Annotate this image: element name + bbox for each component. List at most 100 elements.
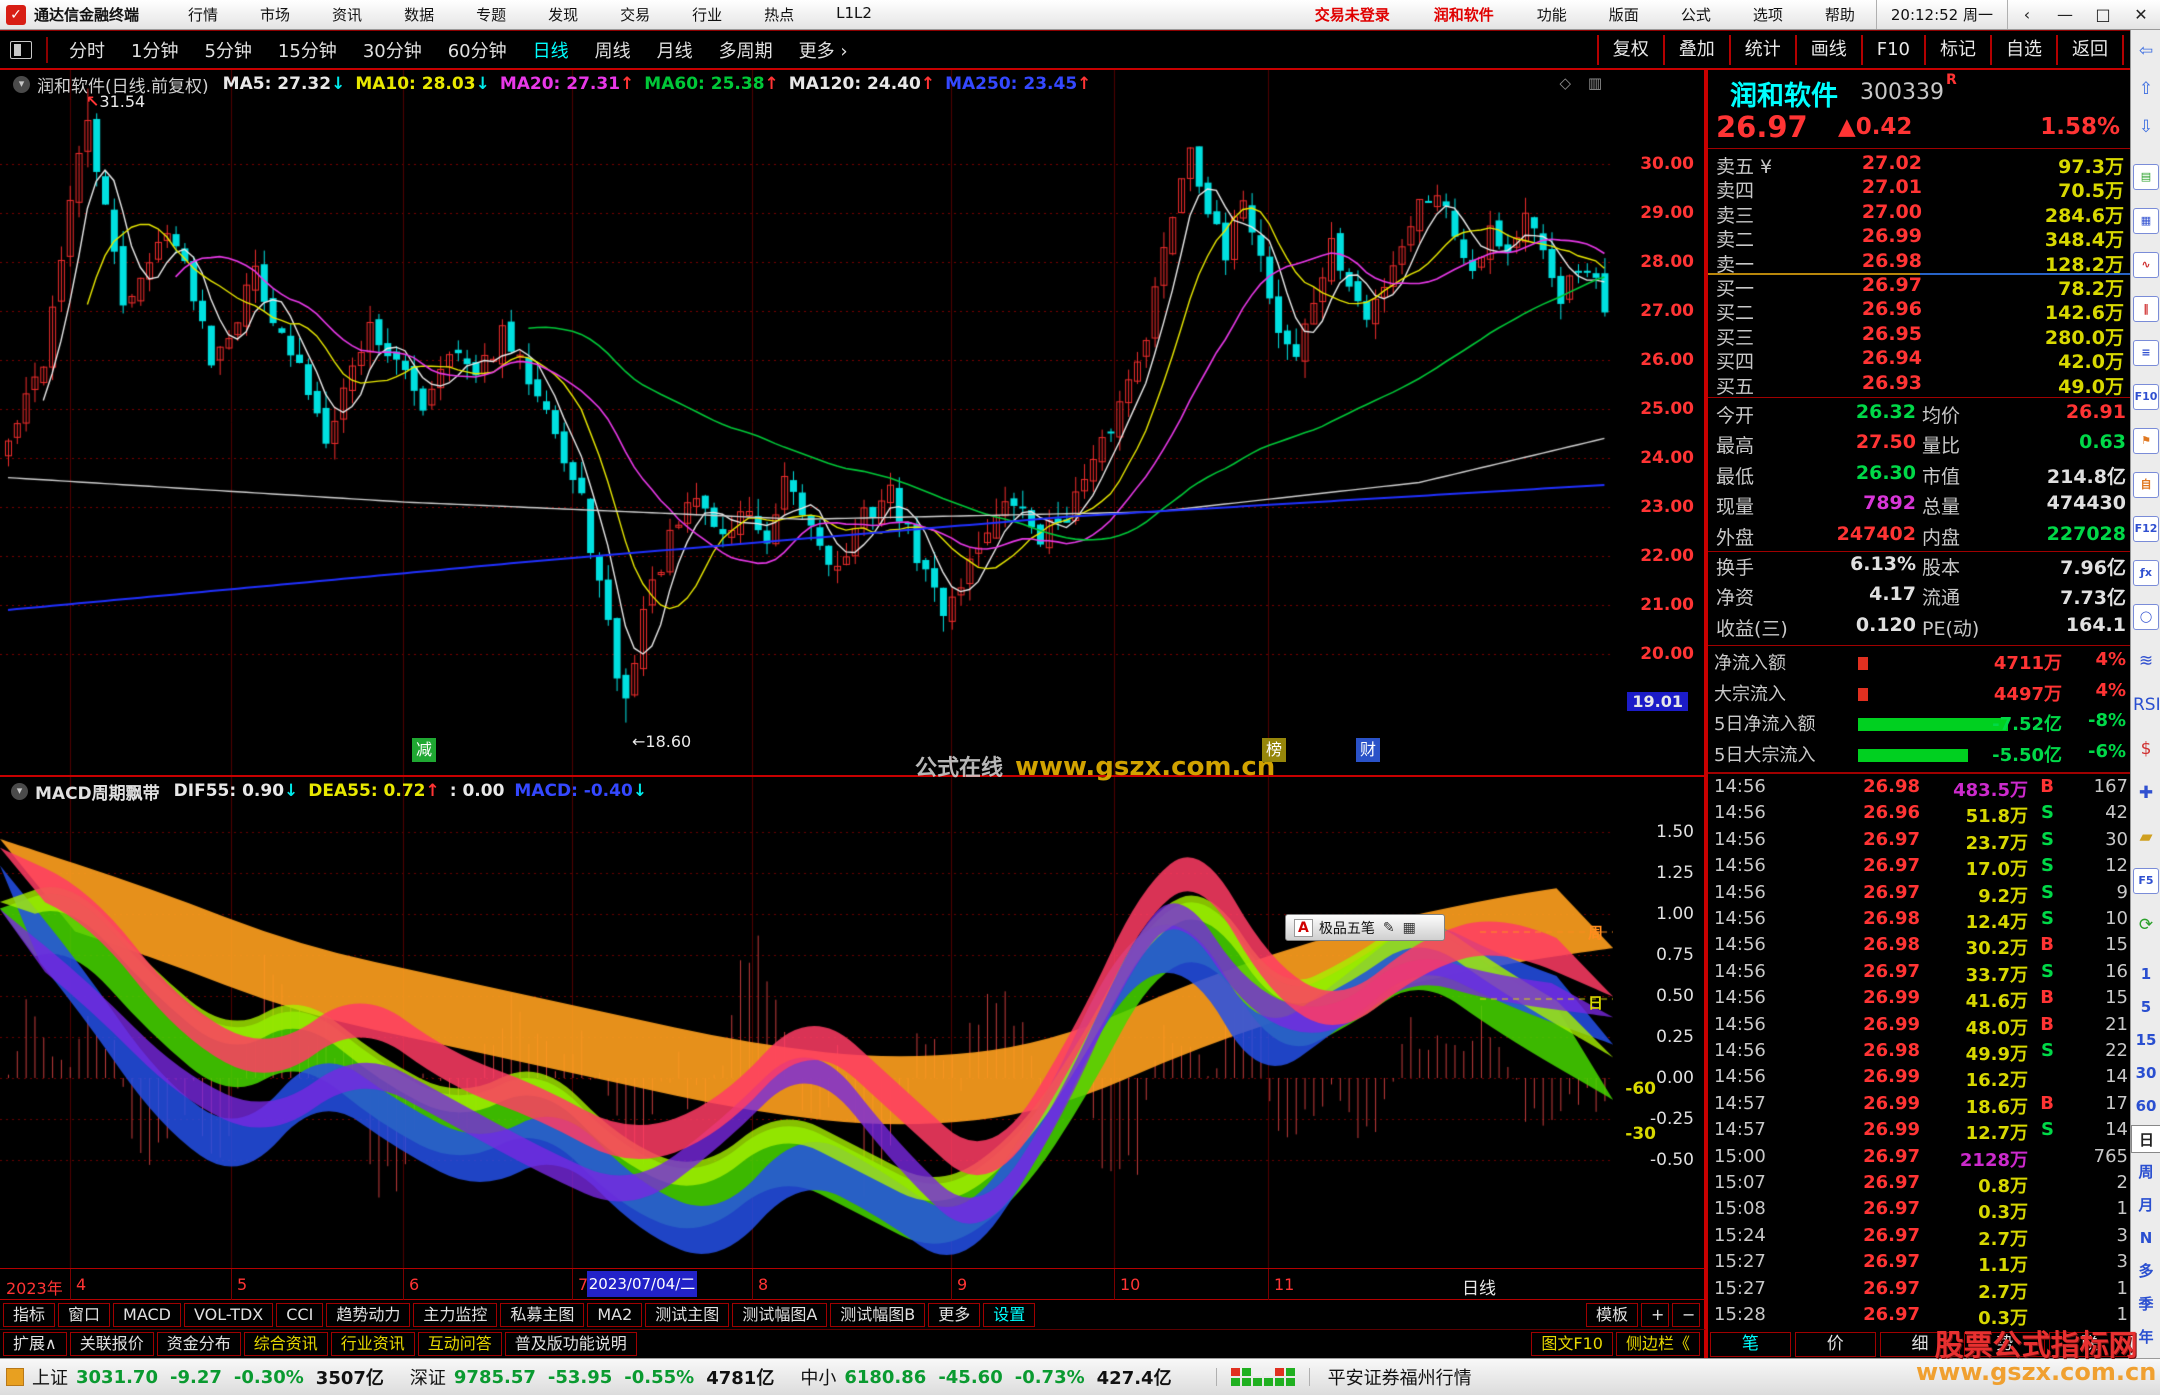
collapse-icon[interactable]: ▾ [11,783,28,800]
indicator-tab-VOL-TDX[interactable]: VOL-TDX [184,1303,273,1327]
index-quote-2[interactable]: 中小6180.86-45.60-0.73%427.4亿 [800,1364,1171,1390]
menu-item-0[interactable]: 行情 [167,4,239,25]
template-button[interactable]: 模板 [1586,1303,1638,1327]
menu-item-r1[interactable]: 版面 [1588,4,1660,25]
toolbar-button-4[interactable]: F10 [1861,35,1924,65]
side-period-多[interactable]: 多 [2131,1257,2160,1285]
ime-toolbar[interactable]: A 极品五笔 ✎ ▦ [1285,914,1445,941]
indicator-tab-趋势动力[interactable]: 趋势动力 [326,1303,410,1327]
self-doc-icon[interactable]: 自 [2133,472,2159,498]
menu-item-r4[interactable]: 帮助 [1804,4,1876,25]
period-tab-8[interactable]: 月线 [644,37,706,63]
period-tab-1[interactable]: 1分钟 [118,37,191,63]
zoom-out-button[interactable]: − [1672,1303,1700,1327]
tick-row[interactable]: 14:5626.9948.0万B21 [1708,1014,2132,1040]
toolbar-button-0[interactable]: 复权 [1597,35,1663,65]
tick-row[interactable]: 14:5626.9651.8万S42 [1708,802,2132,828]
tick-row[interactable]: 15:0726.970.8万2 [1708,1172,2132,1198]
side-period-5[interactable]: 5 [2131,993,2160,1021]
market-heat-icon[interactable] [1216,1368,1310,1386]
flag-icon[interactable]: ⚑ [2133,428,2159,454]
info-tab-6[interactable]: 普及版功能说明 [505,1332,637,1356]
indicator-tab-测试幅图B[interactable]: 测试幅图B [830,1303,925,1327]
maximize-button[interactable]: □ [2084,5,2122,24]
indicator-tab-测试幅图A[interactable]: 测试幅图A [732,1303,827,1327]
hotkey-chip-2[interactable]: 财 [1356,738,1380,762]
menu-item-r2[interactable]: 公式 [1660,4,1732,25]
trend-line-icon[interactable]: ∿ [2133,252,2159,278]
tick-row[interactable]: 15:2426.972.7万3 [1708,1225,2132,1251]
period-tab-5[interactable]: 60分钟 [435,37,520,63]
news-icon[interactable]: ≡ [2133,340,2159,366]
tick-row[interactable]: 14:5726.9912.7万S14 [1708,1119,2132,1145]
move-icon[interactable]: ✚ [2133,780,2159,806]
back-arrow-icon[interactable]: ⇦ [2133,38,2159,64]
tick-row[interactable]: 14:5626.9812.4万S10 [1708,908,2132,934]
tick-row[interactable]: 14:5626.9916.2万14 [1708,1066,2132,1092]
f10-icon[interactable]: F10 [2133,384,2159,410]
f12-icon[interactable]: F12 [2133,516,2159,542]
menu-item-5[interactable]: 发现 [527,4,599,25]
indicator-tab-MA2[interactable]: MA2 [587,1303,642,1327]
toolbar-button-3[interactable]: 画线 [1795,35,1861,65]
menu-item-9[interactable]: L1L2 [815,4,893,25]
down-arrow-icon[interactable]: ⇩ [2133,114,2159,140]
alert-item-1[interactable]: 润和软件 [1412,4,1516,25]
side-period-15[interactable]: 15 [2131,1026,2160,1054]
info-tab-2[interactable]: 资金分布 [157,1332,241,1356]
menu-item-8[interactable]: 热点 [743,4,815,25]
alert-item-0[interactable]: 交易未登录 [1293,4,1412,25]
collapse-icon[interactable]: ▾ [13,76,30,93]
side-period-N[interactable]: N [2131,1224,2160,1252]
hotkey-chip-0[interactable]: 减 [412,738,436,762]
tick-row[interactable]: 14:5626.9733.7万S16 [1708,961,2132,987]
toolbar-button-7[interactable]: 返回 [2056,35,2124,65]
period-tab-0[interactable]: 分时 [56,37,118,63]
sidebar-toggle-button[interactable]: 侧边栏《 [1616,1332,1700,1356]
menu-item-7[interactable]: 行业 [671,4,743,25]
info-tab-1[interactable]: 关联报价 [70,1332,154,1356]
menu-item-2[interactable]: 资讯 [311,4,383,25]
ring-icon[interactable]: ◯ [2133,604,2159,630]
toolbar-button-5[interactable]: 标记 [1924,35,1990,65]
kline-icon[interactable]: ‖ [2133,296,2159,322]
tick-row[interactable]: 15:2726.972.7万1 [1708,1278,2132,1304]
status-icon[interactable] [6,1368,24,1386]
toolbar-button-6[interactable]: 自选 [1990,35,2056,65]
period-tab-4[interactable]: 30分钟 [350,37,435,63]
f5-icon[interactable]: F5 [2133,868,2159,894]
chart-corner-icons[interactable]: ◇ ▥ [1560,74,1608,92]
index-quote-1[interactable]: 深证9785.57-53.95-0.55%4781亿 [410,1364,774,1390]
tick-row[interactable]: 15:2726.971.1万3 [1708,1251,2132,1277]
tick-row[interactable]: 14:5626.9941.6万B15 [1708,987,2132,1013]
indicator-tab-更多[interactable]: 更多 [928,1303,980,1327]
indicator-tab-私募主图[interactable]: 私募主图 [500,1303,584,1327]
ime-mode-icon[interactable]: A [1294,919,1313,937]
ime-pen-icon[interactable]: ✎ [1383,920,1395,936]
indicator-tab-窗口[interactable]: 窗口 [58,1303,110,1327]
eraser-icon[interactable]: ▰ [2133,824,2159,850]
ime-keyboard-icon[interactable]: ▦ [1403,920,1416,936]
tick-row[interactable]: 15:2826.970.3万1 [1708,1304,2132,1330]
menu-item-3[interactable]: 数据 [383,4,455,25]
rsi-icon[interactable]: RSI [2133,692,2159,718]
side-period-日[interactable]: 日 [2131,1125,2160,1153]
panel-tab-笔[interactable]: 笔 [1710,1332,1791,1357]
side-period-30[interactable]: 30 [2131,1059,2160,1087]
tick-row[interactable]: 15:0826.970.3万1 [1708,1198,2132,1224]
indicator-tab-测试主图[interactable]: 测试主图 [645,1303,729,1327]
tick-row[interactable]: 14:5626.9717.0万S12 [1708,855,2132,881]
side-period-月[interactable]: 月 [2131,1191,2160,1219]
macd-chart[interactable] [0,777,1613,1268]
candlestick-chart[interactable] [0,70,1613,775]
table-icon[interactable]: ▦ [2133,208,2159,234]
side-period-1[interactable]: 1 [2131,960,2160,988]
hotkey-chip-1[interactable]: 榜 [1262,738,1286,762]
close-button[interactable]: ✕ [2122,5,2160,24]
toolbar-button-2[interactable]: 统计 [1729,35,1795,65]
menu-item-1[interactable]: 市场 [239,4,311,25]
menu-item-r0[interactable]: 功能 [1516,4,1588,25]
period-tab-10[interactable]: 更多 › [786,37,861,63]
menu-item-6[interactable]: 交易 [599,4,671,25]
indicator-tab-指标[interactable]: 指标 [3,1303,55,1327]
